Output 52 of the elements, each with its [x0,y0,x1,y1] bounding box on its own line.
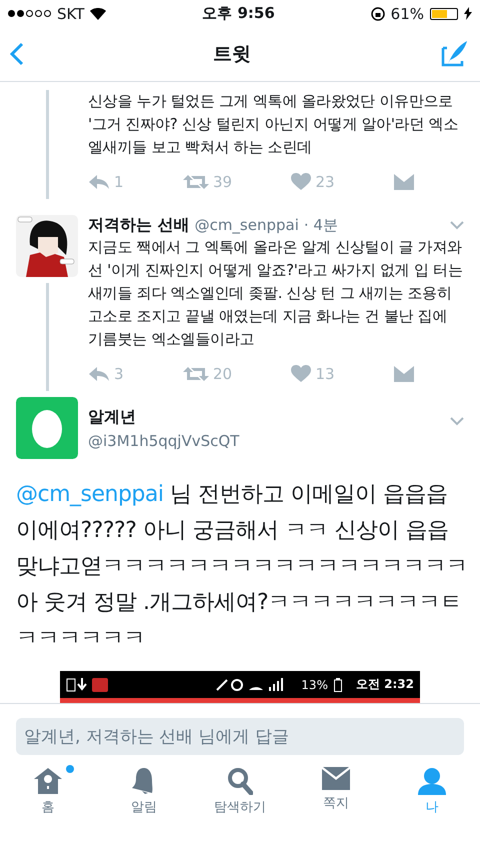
heart-icon[interactable] [291,365,312,383]
tab[interactable]: 나 [384,767,480,816]
attached-screenshot[interactable]: 13% 오전 2:32 [60,671,420,703]
author-handle[interactable]: @cm_senppai [194,216,299,234]
battery-percent: 13% [301,678,328,692]
egg-avatar-icon[interactable] [16,397,78,459]
retweet-icon[interactable] [182,366,209,382]
chevron-icon[interactable] [450,221,464,230]
wifi-icon [90,8,106,20]
mail-icon[interactable] [394,366,414,382]
retweet-count: 39 [212,173,232,191]
reply-field[interactable]: 알계년, 저격하는 선배 님에게 답글 [16,718,464,755]
tab[interactable]: 알림 [96,767,192,816]
like-count: 23 [315,173,335,191]
tab[interactable]: 탐색하기 [192,767,288,816]
tab[interactable]: 홈 [0,767,96,816]
birdhouse-icon [34,767,62,795]
battery-icon [334,678,342,692]
compose-icon[interactable] [440,40,468,68]
tweet-time: · 4분 [304,216,338,235]
charging-icon [464,7,472,20]
author-handle[interactable]: @i3M1h5qqjVvScQT [88,432,440,450]
person-icon [418,767,446,795]
reply-count: 1 [114,173,124,191]
back-icon[interactable] [10,42,24,66]
signal-icon [8,10,51,17]
mail-icon[interactable] [394,174,414,190]
reply-icon[interactable] [88,366,110,382]
retweet-icon[interactable] [182,174,209,190]
mail-icon [322,767,350,791]
chevron-icon[interactable] [450,417,464,426]
clock: 오후 9:56 [201,4,276,23]
mention-link[interactable]: @cm_senppai [16,482,164,507]
notification-icons-drawing [66,678,110,692]
tweet-text: @cm_senppai 님 전번하고 이메일이 읍읍읍이에여????? 아니 궁금해서 ㅋㅋ 신상이 읍읍맞냐고엳ㅋㅋㅋㅋㅋㅋㅋㅋㅋㅋㅋㅋㅋㅋㅋㅋㅋ아 웃겨 정말 .개그하세여?ㅋㅋㅋㅋㅋㅋㅋㅋㅌㅋㅋㅋㅋㅋㅋ [15,481,468,653]
retweet-count: 20 [212,365,232,383]
author-name[interactable]: 알계년 [88,407,440,428]
clock: 오전 2:32 [356,676,414,693]
carrier: SKT [57,4,84,22]
rotation-lock-icon [370,6,385,20]
tweet-text: 지금도 짹에서 그 엑톡에 올라온 알계 신상털이 글 가져와선 '이게 진짜인지 어떻게 알죠?'라고 싸가지 없게 입 터는 새끼들 죄다 엑소엘인데 좆팔. 신상 턴 그 새끼는 조용히 고소로 조지고 끝낼 애였는데 지금 화나는 건 불난 집에 기름붓는 엑소엘들이라고 [88,237,464,350]
battery-icon [430,8,458,20]
reply-icon[interactable] [88,174,110,190]
author-name[interactable]: 저격하는 선배 [88,215,190,236]
screen-title: 트윗 [213,42,251,67]
battery-percent: 61% [390,4,424,22]
like-count: 13 [315,365,335,383]
tab[interactable]: 쪽지 [288,767,384,816]
tweet-text: 신상을 누가 털었든 그게 엑톡에 올라왔었단 이유만으로 '그거 진짜야? 신상 털린지 아닌지 어떻게 알아'라던 엑소엘새끼들 보고 빡쳐서 하는 소린데 [88,91,459,158]
search-icon [227,767,253,795]
reply-count: 3 [114,365,124,383]
heart-icon[interactable] [291,173,312,191]
